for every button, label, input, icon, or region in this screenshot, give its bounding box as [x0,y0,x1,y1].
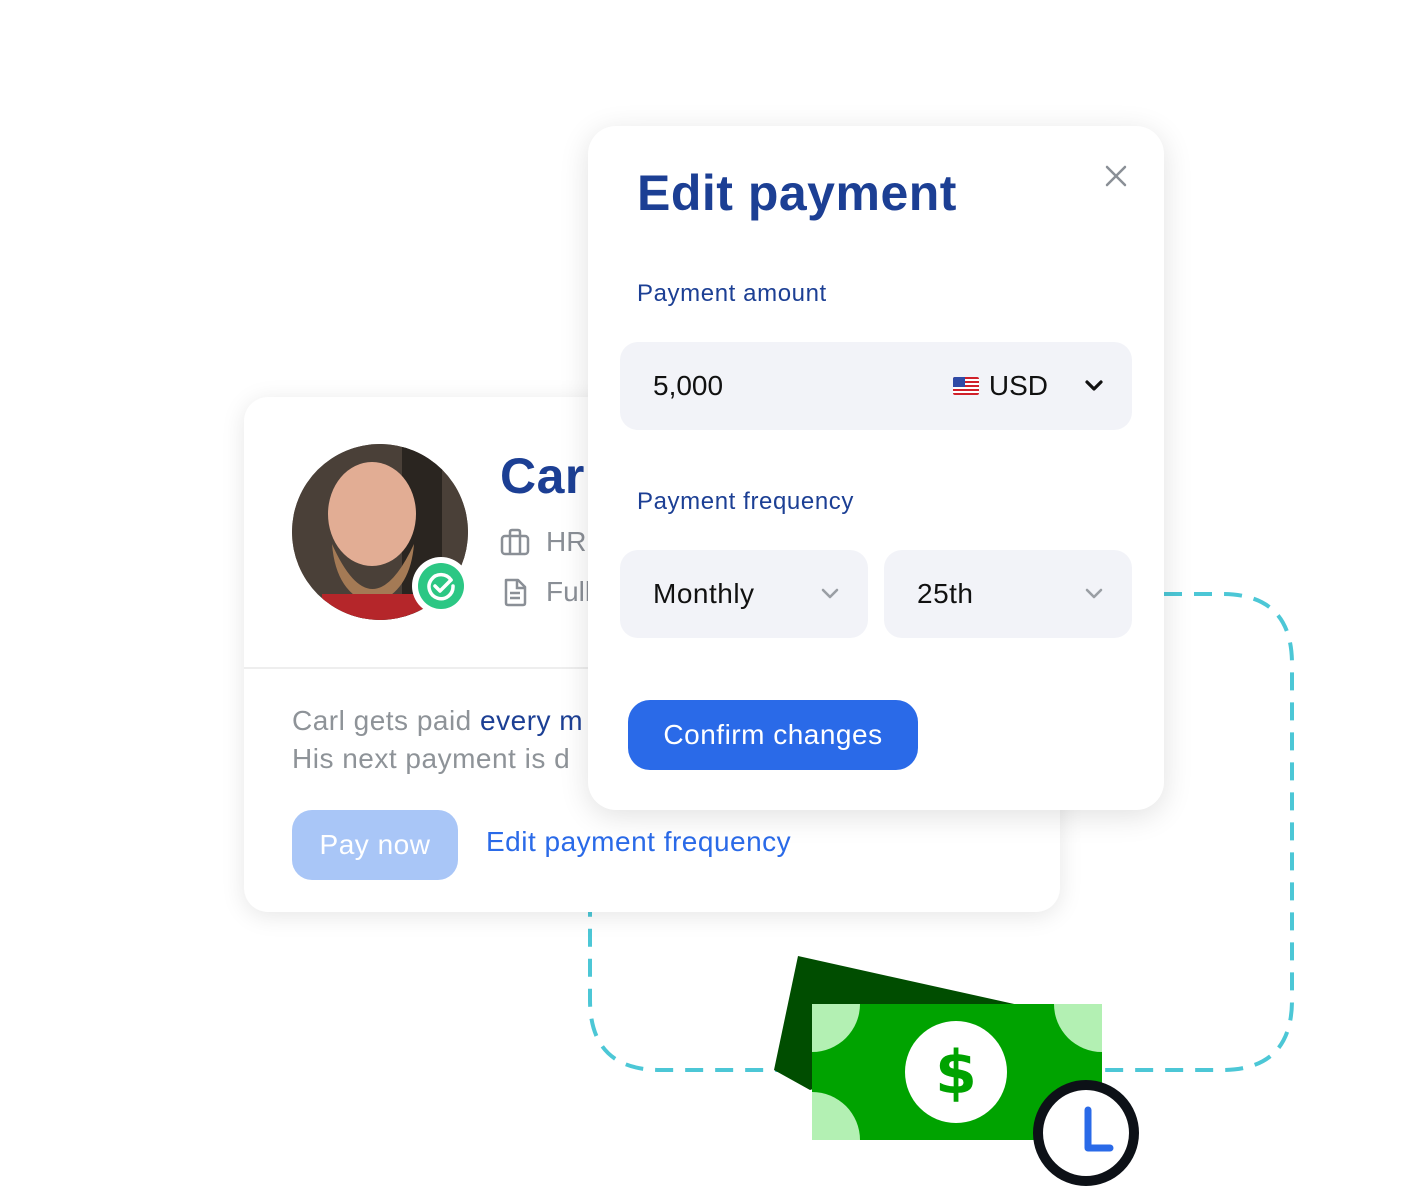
payment-amount-label: Payment amount [637,280,827,307]
payment-description: Carl gets paid every m His next payment … [292,702,583,778]
department-row: HR [500,526,586,558]
check-circle-icon [427,572,455,601]
money-illustration: $ [774,956,1139,1186]
briefcase-icon [500,528,530,556]
payment-day-value: 25th [917,578,974,609]
close-icon [1105,165,1127,187]
payment-amount-input[interactable]: 5,000 [653,370,723,402]
frequency-select[interactable]: Monthly [620,550,868,638]
document-icon [504,578,527,607]
verified-badge [412,557,470,615]
next-payment-text: His next payment is d [292,743,571,774]
svg-text:$: $ [935,1038,977,1108]
contract-text: Full [546,576,592,607]
chevron-down-icon [1084,587,1104,601]
currency-code: USD [988,370,1048,401]
employee-name: Carl [500,448,600,504]
close-button[interactable] [1098,158,1134,194]
chevron-down-icon[interactable] [1084,379,1104,393]
modal-title: Edit payment [637,165,957,221]
pay-now-button[interactable]: Pay now [292,810,458,880]
contract-row: Full [500,576,591,608]
frequency-value: Monthly [653,578,755,609]
clock-icon [1033,1080,1139,1186]
payment-frequency-label: Payment frequency [637,488,854,515]
description-text: Carl gets paid [292,705,481,736]
payment-day-select[interactable]: 25th [884,550,1132,638]
payment-amount-field[interactable]: 5,000 USD [620,342,1132,430]
description-highlight: every m [480,705,584,736]
confirm-changes-button[interactable]: Confirm changes [628,700,918,770]
edit-payment-frequency-link[interactable]: Edit payment frequency [486,826,791,858]
us-flag-icon [952,377,979,395]
chevron-down-icon [820,587,840,601]
edit-payment-modal: Edit payment Payment amount 5,000 USD Pa… [588,126,1164,810]
department-text: HR [546,526,587,557]
currency-select[interactable]: USD [952,370,1048,402]
